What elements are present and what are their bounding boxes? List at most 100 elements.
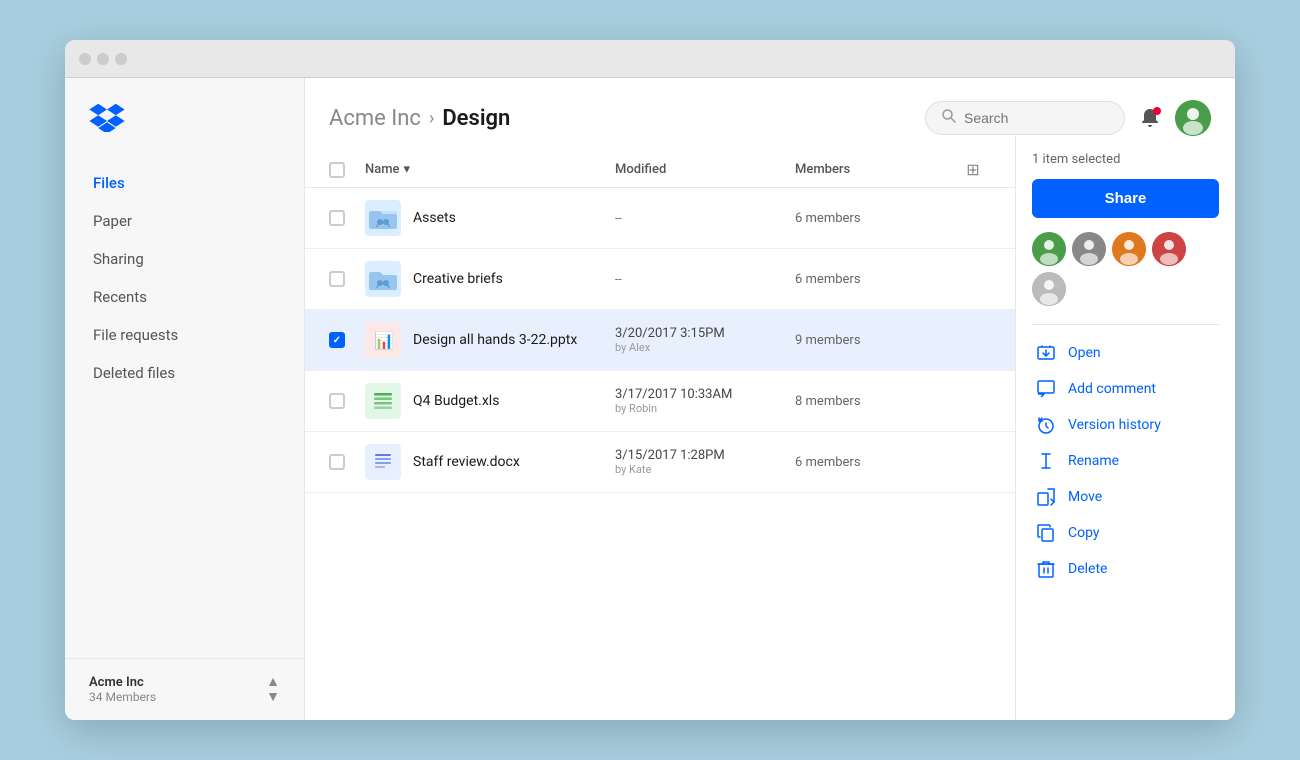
traffic-lights xyxy=(79,53,127,65)
notification-dot xyxy=(1153,107,1161,115)
table-row[interactable]: Creative briefs -- 6 members xyxy=(305,249,1015,310)
file-modified-q4-budget: 3/17/2017 10:33AM by Robin xyxy=(615,387,795,415)
file-name-design-all-hands: Design all hands 3-22.pptx xyxy=(413,332,615,348)
folder-shared-icon xyxy=(365,200,401,236)
member-avatar-1[interactable] xyxy=(1032,232,1066,266)
right-panel: 1 item selected Share xyxy=(1015,136,1235,720)
checkbox-creative-briefs[interactable] xyxy=(329,271,345,287)
table-row[interactable]: 📊 Design all hands 3-22.pptx 3/20/2017 3… xyxy=(305,310,1015,371)
sidebar: Files Paper Sharing Recents File request… xyxy=(65,78,305,720)
file-modified-assets: -- xyxy=(615,211,795,225)
delete-label: Delete xyxy=(1068,561,1107,577)
member-avatars xyxy=(1032,232,1219,306)
table-row[interactable]: Staff review.docx 3/15/2017 1:28PM by Ka… xyxy=(305,432,1015,493)
checkbox-staff-review[interactable] xyxy=(329,454,345,470)
add-comment-label: Add comment xyxy=(1068,381,1156,397)
move-label: Move xyxy=(1068,489,1102,505)
table-row[interactable]: Q4 Budget.xls 3/17/2017 10:33AM by Robin… xyxy=(305,371,1015,432)
sort-arrow-icon: ▾ xyxy=(404,162,411,177)
breadcrumb-current: Design xyxy=(442,106,510,131)
action-version-history[interactable]: Version history xyxy=(1032,407,1219,443)
member-avatar-5[interactable] xyxy=(1032,272,1066,306)
select-all-checkbox[interactable] xyxy=(329,162,345,178)
avatar[interactable] xyxy=(1175,100,1211,136)
search-input[interactable] xyxy=(964,110,1104,126)
file-members-design-all-hands: 9 members xyxy=(795,333,955,348)
user-avatar-icon xyxy=(1175,100,1211,136)
file-modified-design-all-hands: 3/20/2017 3:15PM by Alex xyxy=(615,326,795,354)
delete-icon xyxy=(1036,560,1056,578)
row-checkbox-design-all-hands[interactable] xyxy=(329,332,365,348)
xlsx-icon xyxy=(365,383,401,419)
file-name-creative-briefs: Creative briefs xyxy=(413,271,615,287)
column-header-modified: Modified xyxy=(615,162,795,177)
checkbox-assets[interactable] xyxy=(329,210,345,226)
open-icon xyxy=(1036,344,1056,362)
sidebar-footer: Acme Inc 34 Members ▲ ▼ xyxy=(65,658,304,720)
rename-label: Rename xyxy=(1068,453,1119,469)
open-label: Open xyxy=(1068,345,1101,361)
member-avatar-4[interactable] xyxy=(1152,232,1186,266)
rename-icon xyxy=(1036,452,1056,470)
file-modified-staff-review: 3/15/2017 1:28PM by Kate xyxy=(615,448,795,476)
action-move[interactable]: Move xyxy=(1032,479,1219,515)
grid-view-icon[interactable]: ⊞ xyxy=(955,160,991,179)
sidebar-logo xyxy=(65,102,304,164)
traffic-light-minimize[interactable] xyxy=(97,53,109,65)
breadcrumb-separator: › xyxy=(429,108,434,129)
column-header-members: Members xyxy=(795,162,955,177)
sidebar-item-paper[interactable]: Paper xyxy=(65,202,304,240)
sidebar-footer-info: Acme Inc 34 Members xyxy=(89,675,156,704)
selection-count: 1 item selected xyxy=(1032,152,1219,167)
sidebar-item-sharing[interactable]: Sharing xyxy=(65,240,304,278)
column-header-name: Name ▾ xyxy=(365,162,615,177)
search-box[interactable] xyxy=(925,101,1125,135)
org-members: 34 Members xyxy=(89,690,156,704)
checkbox-design-all-hands[interactable] xyxy=(329,332,345,348)
search-icon xyxy=(942,109,956,127)
file-members-assets: 6 members xyxy=(795,211,955,226)
share-button[interactable]: Share xyxy=(1032,179,1219,218)
header-checkbox[interactable] xyxy=(329,162,365,178)
copy-icon xyxy=(1036,524,1056,542)
row-checkbox-q4-budget[interactable] xyxy=(329,393,365,409)
checkbox-q4-budget[interactable] xyxy=(329,393,345,409)
traffic-light-maximize[interactable] xyxy=(115,53,127,65)
member-avatar-2[interactable] xyxy=(1072,232,1106,266)
file-members-staff-review: 6 members xyxy=(795,455,955,470)
file-name-q4-budget: Q4 Budget.xls xyxy=(413,393,615,409)
action-rename[interactable]: Rename xyxy=(1032,443,1219,479)
org-name: Acme Inc xyxy=(89,675,156,690)
notification-button[interactable] xyxy=(1139,107,1161,129)
action-add-comment[interactable]: Add comment xyxy=(1032,371,1219,407)
member-avatar-3[interactable] xyxy=(1112,232,1146,266)
action-copy[interactable]: Copy xyxy=(1032,515,1219,551)
divider xyxy=(1032,324,1219,325)
row-checkbox-creative-briefs[interactable] xyxy=(329,271,365,287)
action-delete[interactable]: Delete xyxy=(1032,551,1219,587)
table-row[interactable]: Assets -- 6 members xyxy=(305,188,1015,249)
browser-window: Files Paper Sharing Recents File request… xyxy=(65,40,1235,720)
row-checkbox-assets[interactable] xyxy=(329,210,365,226)
folder-shared-icon xyxy=(365,261,401,297)
sidebar-nav: Files Paper Sharing Recents File request… xyxy=(65,164,304,658)
sidebar-item-recents[interactable]: Recents xyxy=(65,278,304,316)
main-header: Acme Inc › Design xyxy=(305,78,1235,136)
traffic-light-close[interactable] xyxy=(79,53,91,65)
file-list: Name ▾ Modified Members ⊞ xyxy=(305,136,1015,720)
breadcrumb-parent: Acme Inc xyxy=(329,106,421,131)
sidebar-item-file-requests[interactable]: File requests xyxy=(65,316,304,354)
file-modified-creative-briefs: -- xyxy=(615,272,795,286)
row-checkbox-staff-review[interactable] xyxy=(329,454,365,470)
version-history-label: Version history xyxy=(1068,417,1161,433)
sidebar-item-files[interactable]: Files xyxy=(65,164,304,202)
file-members-q4-budget: 8 members xyxy=(795,394,955,409)
file-name-staff-review: Staff review.docx xyxy=(413,454,615,470)
action-open[interactable]: Open xyxy=(1032,335,1219,371)
file-members-creative-briefs: 6 members xyxy=(795,272,955,287)
comment-icon xyxy=(1036,380,1056,398)
breadcrumb: Acme Inc › Design xyxy=(329,106,510,131)
sidebar-item-deleted-files[interactable]: Deleted files xyxy=(65,354,304,392)
chevron-updown-icon[interactable]: ▲ ▼ xyxy=(266,675,280,704)
dropbox-logo-icon xyxy=(89,102,125,132)
